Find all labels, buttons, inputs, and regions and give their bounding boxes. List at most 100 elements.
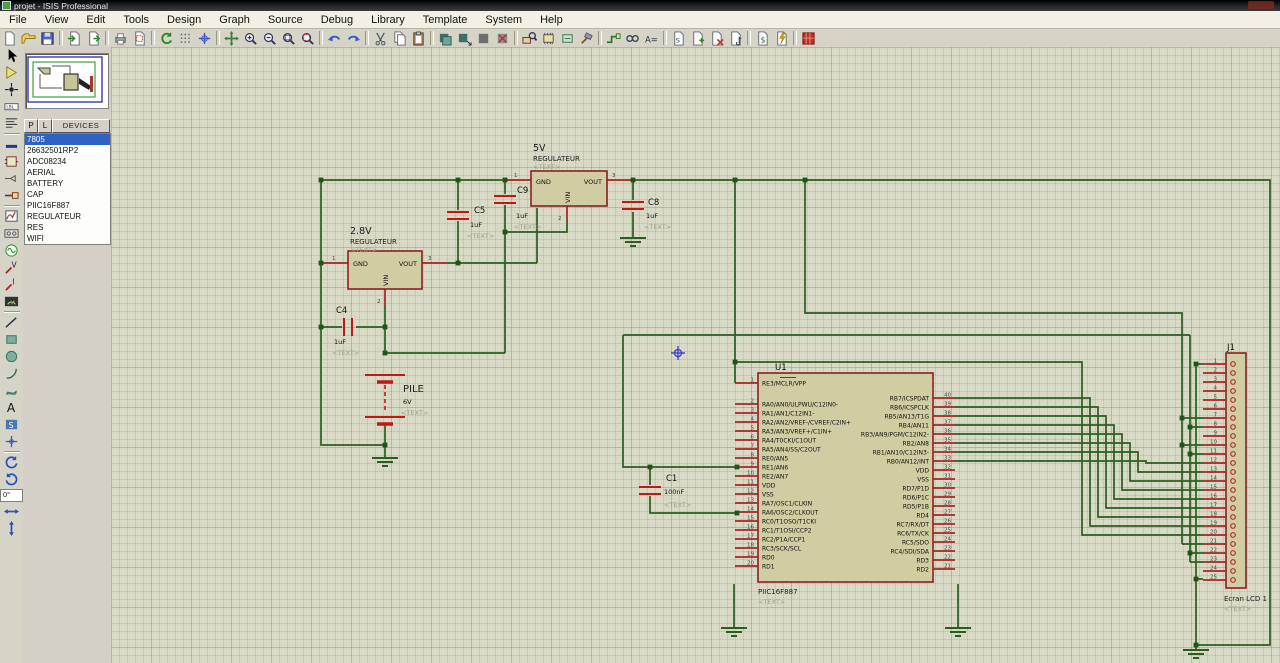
device-list-item[interactable]: WIFI [25,233,110,244]
wire-label-mode-icon[interactable]: LBL [2,98,21,115]
zoom-to-sheet-icon[interactable] [726,30,745,46]
menu-template[interactable]: Template [414,12,477,28]
open-design-icon[interactable] [19,30,38,46]
cut-icon[interactable] [371,30,390,46]
save-design-icon[interactable] [38,30,57,46]
close-button[interactable] [1248,1,1274,9]
zoom-in-icon[interactable] [241,30,260,46]
selection-pointer-icon[interactable] [2,47,21,64]
mirror-horizontal-icon[interactable] [2,503,21,520]
print-icon[interactable] [111,30,130,46]
device-list-item[interactable]: CAP [25,189,110,200]
copy-icon[interactable] [390,30,409,46]
device-list-item[interactable]: AERIAL [25,167,110,178]
menu-help[interactable]: Help [531,12,572,28]
symbol-tool-icon[interactable]: S [2,416,21,433]
block-delete-icon[interactable] [493,30,512,46]
line-tool-icon[interactable] [2,314,21,331]
mark-output-area-icon[interactable] [130,30,149,46]
menu-file[interactable]: File [0,12,36,28]
bill-of-materials-icon[interactable]: $ [753,30,772,46]
paste-icon[interactable] [409,30,428,46]
overview-minimap[interactable] [25,53,109,109]
menu-debug[interactable]: Debug [312,12,362,28]
remove-sheet-icon[interactable] [707,30,726,46]
device-list-item[interactable]: 26632501RP2 [25,145,110,156]
schematic-canvas[interactable]: 2.8V REGULATEUR <TEXT> GND VOUT VIN 1 3 … [111,47,1280,663]
undo-icon[interactable] [325,30,344,46]
netlist-to-ares-icon[interactable] [799,30,818,46]
new-design-icon[interactable] [0,30,19,46]
text-script-mode-icon[interactable] [2,115,21,132]
center-at-cursor-icon[interactable] [222,30,241,46]
menu-design[interactable]: Design [158,12,210,28]
pick-parts-button[interactable]: P [24,119,38,133]
device-list-item[interactable]: RES [25,222,110,233]
connector-j1[interactable]: J1 Ecran LCD 1 <TEXT> 123456789101112131… [1203,343,1267,613]
title-bar[interactable]: projet - ISIS Professional [0,0,1280,11]
marker-tool-icon[interactable] [2,433,21,450]
device-list-item[interactable]: REGULATEUR [25,211,110,222]
redo-icon[interactable] [344,30,363,46]
capacitor-c5[interactable]: C5 1uF <TEXT> [447,206,494,240]
menu-library[interactable]: Library [362,12,414,28]
device-pin-mode-icon[interactable] [2,187,21,204]
regulator-5v[interactable]: 5V REGULATEUR <TEXT> GND VOUT VIN 1 3 2 [508,143,633,222]
capacitor-c4[interactable]: C4 1uF <TEXT> [332,306,359,357]
circle-tool-icon[interactable] [2,348,21,365]
menu-graph[interactable]: Graph [210,12,259,28]
capacitor-c1[interactable]: C1 100nF <TEXT> [639,474,691,509]
generator-mode-icon[interactable] [2,242,21,259]
search-tag-icon[interactable] [623,30,642,46]
component-mode-icon[interactable] [2,64,21,81]
library-manager-button[interactable]: L [38,119,52,133]
device-list-item[interactable]: PIIC16F887 [25,200,110,211]
menu-system[interactable]: System [476,12,531,28]
mirror-vertical-icon[interactable] [2,520,21,537]
battery-pile[interactable]: PILE 6V <TEXT> [365,374,428,426]
menu-edit[interactable]: Edit [77,12,114,28]
zoom-out-icon[interactable] [260,30,279,46]
rotation-angle-field[interactable]: 0° [0,489,23,502]
toggle-grid-icon[interactable] [176,30,195,46]
capacitor-c8[interactable]: C8 1uF <TEXT> [622,198,671,231]
current-probe-mode-icon[interactable]: I [2,276,21,293]
export-section-icon[interactable] [84,30,103,46]
block-move-icon[interactable] [455,30,474,46]
text-tool-icon[interactable]: A [2,399,21,416]
packaging-tool-icon[interactable] [558,30,577,46]
block-copy-icon[interactable] [436,30,455,46]
bus-mode-icon[interactable] [2,136,21,153]
graph-mode-icon[interactable] [2,208,21,225]
toggle-false-origin-icon[interactable] [195,30,214,46]
electrical-rule-check-icon[interactable] [772,30,791,46]
zoom-area-icon[interactable] [298,30,317,46]
subcircuit-mode-icon[interactable] [2,153,21,170]
terminal-mode-icon[interactable] [2,170,21,187]
rotate-clockwise-icon[interactable] [2,454,21,471]
wire-autorouter-icon[interactable] [604,30,623,46]
device-list-item[interactable]: ADC08234 [25,156,110,167]
menu-source[interactable]: Source [259,12,312,28]
junction-dot-mode-icon[interactable] [2,81,21,98]
menu-view[interactable]: View [36,12,78,28]
block-rotate-icon[interactable] [474,30,493,46]
redraw-icon[interactable] [157,30,176,46]
decompose-icon[interactable] [577,30,596,46]
box-tool-icon[interactable] [2,331,21,348]
arc-tool-icon[interactable] [2,365,21,382]
rotate-anticlockwise-icon[interactable] [2,471,21,488]
device-list-item[interactable]: BATTERY [25,178,110,189]
zoom-all-icon[interactable] [279,30,298,46]
device-list-item[interactable]: 7805 [25,134,110,145]
new-sheet-icon[interactable] [688,30,707,46]
menu-tools[interactable]: Tools [114,12,158,28]
make-device-icon[interactable] [539,30,558,46]
pick-device-icon[interactable] [520,30,539,46]
path-tool-icon[interactable] [2,382,21,399]
import-section-icon[interactable] [65,30,84,46]
virtual-instrument-mode-icon[interactable] [2,293,21,310]
voltage-probe-mode-icon[interactable]: V [2,259,21,276]
design-explorer-icon[interactable]: S [669,30,688,46]
property-assignment-icon[interactable]: A= [642,30,661,46]
